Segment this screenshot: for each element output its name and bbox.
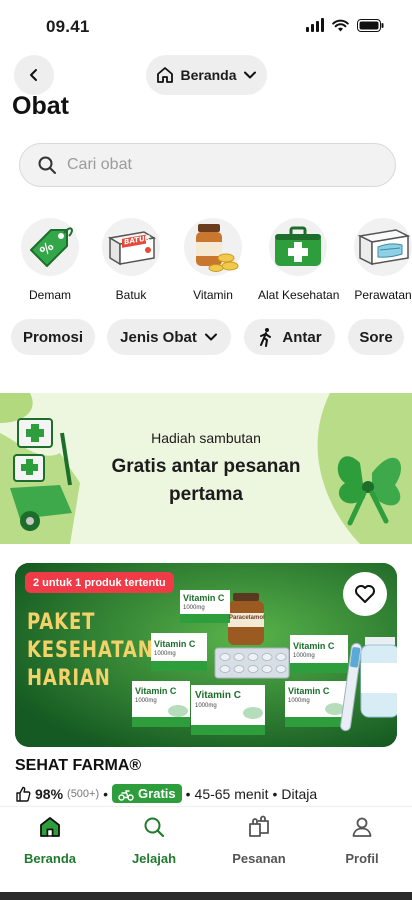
merchant-name[interactable]: SEHAT FARMA® <box>15 757 141 775</box>
promo-banner[interactable]: Hadiah sambutan Gratis antar pesanan per… <box>0 393 412 544</box>
category-label: Vitamin <box>193 288 233 302</box>
nav-label: Profil <box>345 851 379 866</box>
nav-pesanan[interactable]: Pesanan <box>209 815 309 866</box>
chip-label: Promosi <box>22 328 83 346</box>
box-dose-1: 1000mg <box>183 605 205 611</box>
box-dose-2: 1000mg <box>154 651 176 657</box>
chip-sore[interactable]: Sore <box>348 319 404 355</box>
box-label-6: Vitamin C <box>288 686 330 696</box>
scooter-icon <box>118 789 134 801</box>
home-indicator <box>0 892 412 900</box>
bottom-nav: Beranda Jelajah Pesanan Profil <box>0 806 412 900</box>
location-selector[interactable]: Beranda <box>146 55 267 95</box>
status-icons <box>306 18 384 32</box>
merchant-meta: 98% (500+) • Gratis • 45-65 menit • Dita… <box>15 784 317 803</box>
nav-beranda[interactable]: Beranda <box>0 815 100 866</box>
search-input[interactable] <box>67 156 347 174</box>
top-bar: Beranda <box>0 55 412 95</box>
chevron-left-icon <box>30 69 37 81</box>
search-icon <box>144 817 165 838</box>
product-card[interactable]: Vitamin C 1000mg Vitamin C 1000mg Vitami… <box>15 563 397 747</box>
favorite-button[interactable] <box>343 572 387 616</box>
category-label: Perawatan <box>354 288 412 302</box>
free-delivery-badge: Gratis <box>112 784 182 803</box>
category-label: Demam <box>28 288 71 302</box>
page-title: Obat <box>12 92 69 120</box>
chip-label: Jenis Obat <box>120 328 197 346</box>
category-alat-kesehatan[interactable]: Alat Kesehatan <box>258 218 340 302</box>
box-dose-3: 1000mg <box>293 653 315 659</box>
battery-icon <box>357 18 384 32</box>
chevron-down-icon <box>204 333 217 341</box>
filter-chips: Promosi Jenis Obat Antar Sore <box>0 319 412 355</box>
promo-subtitle: Hadiah sambutan <box>151 430 261 446</box>
category-row: % Demam BATUK Batuk Vitamin Alat Kesehat… <box>0 218 412 308</box>
walking-person-icon <box>260 328 272 347</box>
status-time: 09.41 <box>46 17 90 36</box>
heart-icon <box>355 585 375 603</box>
bags-icon <box>249 815 269 837</box>
signal-icon <box>306 18 324 32</box>
chip-label: Sore <box>359 328 393 346</box>
box-label-2: Vitamin C <box>154 639 196 649</box>
search-icon <box>38 156 56 174</box>
merchant-review-count: (500+) <box>67 787 100 800</box>
promo-title: Gratis antar pesanan pertama <box>0 453 412 509</box>
free-delivery-label: Gratis <box>138 786 176 801</box>
wifi-icon <box>332 19 349 31</box>
first-aid-kit-icon <box>269 218 327 276</box>
box-label-5: Vitamin C <box>195 690 241 701</box>
separator: • <box>103 785 109 802</box>
delivery-eta: 45-65 menit <box>194 785 269 802</box>
separator: • <box>272 785 278 802</box>
merchant-rating: 98% <box>35 785 64 802</box>
headline-line-1: PAKET <box>27 610 96 635</box>
home-icon <box>157 67 174 83</box>
headline-line-2: KESEHATAN <box>27 638 154 663</box>
nav-label: Beranda <box>23 851 77 866</box>
chip-label: Antar <box>282 328 322 346</box>
chip-jenis-obat[interactable]: Jenis Obat <box>107 319 231 355</box>
separator: • <box>185 785 191 802</box>
chevron-down-icon <box>243 71 256 79</box>
status-bar: 09.41 <box>0 0 412 52</box>
sponsored-label: Ditaja <box>281 785 318 802</box>
vitamin-bottle-icon <box>184 218 242 276</box>
promo-title-line-2: pertama <box>169 484 243 505</box>
box-dose-6: 1000mg <box>288 698 310 704</box>
headline-line-3: HARIAN <box>27 666 111 691</box>
chip-antar[interactable]: Antar <box>244 319 335 355</box>
search-bar[interactable] <box>19 143 396 187</box>
chip-promosi[interactable]: Promosi <box>11 319 95 355</box>
box-label-3: Vitamin C <box>293 641 335 651</box>
nav-label: Jelajah <box>131 851 177 866</box>
cough-medicine-box-icon: BATUK <box>102 218 160 276</box>
box-dose-5: 1000mg <box>195 703 217 709</box>
nav-profil[interactable]: Profil <box>312 815 412 866</box>
bottle-label: Paracetamol <box>229 615 265 621</box>
promo-title-line-1: Gratis antar pesanan <box>111 456 301 477</box>
promo-badge: 2 untuk 1 produk tertentu <box>25 572 174 593</box>
home-icon <box>40 817 60 837</box>
category-batuk[interactable]: BATUK Batuk <box>91 218 171 302</box>
category-label: Alat Kesehatan <box>258 288 340 302</box>
face-mask-box-icon <box>354 218 412 276</box>
card-headline: PAKET KESEHATAN HARIAN <box>27 609 154 693</box>
category-demam[interactable]: % Demam <box>10 218 90 302</box>
back-button[interactable] <box>14 55 54 95</box>
location-label: Beranda <box>180 67 237 83</box>
nav-jelajah[interactable]: Jelajah <box>104 815 204 866</box>
thumbs-up-icon <box>16 786 31 802</box>
category-vitamin[interactable]: Vitamin <box>173 218 253 302</box>
category-perawatan[interactable]: Perawatan <box>343 218 412 302</box>
nav-label: Pesanan <box>232 851 286 866</box>
box-label-1: Vitamin C <box>183 593 225 603</box>
box-dose-4: 1000mg <box>135 698 157 704</box>
profile-icon <box>352 817 372 837</box>
fever-tag-icon: % <box>21 218 79 276</box>
category-label: Batuk <box>115 288 147 302</box>
